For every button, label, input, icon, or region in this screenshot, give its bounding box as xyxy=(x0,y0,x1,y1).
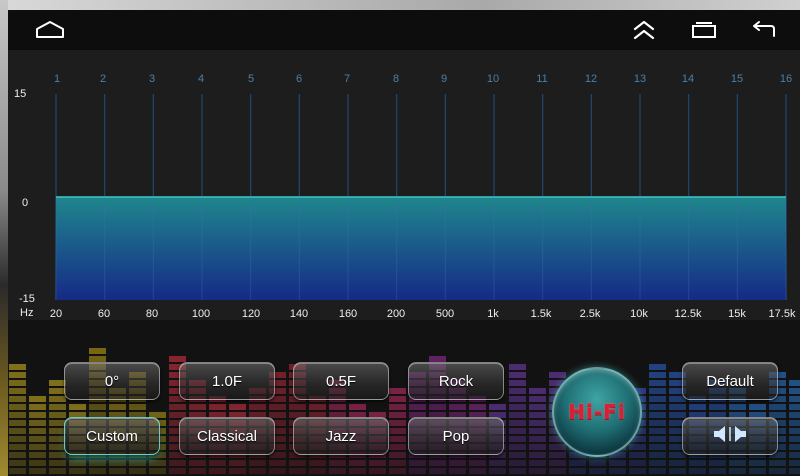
band-number-4: 4 xyxy=(197,73,205,85)
y-label-bottom: -15 xyxy=(19,293,35,305)
preset-classical-button[interactable]: Classical xyxy=(179,417,275,455)
band-number-1: 1 xyxy=(53,73,61,85)
band-frequency-13: 10k xyxy=(630,308,648,320)
band-frequency-16: 17.5k xyxy=(768,308,796,320)
band-number-7: 7 xyxy=(343,73,351,85)
band-number-5: 5 xyxy=(247,73,255,85)
band-number-15: 15 xyxy=(730,73,744,85)
preset-pop-button[interactable]: Pop xyxy=(408,417,504,455)
y-label-zero: 0 xyxy=(22,197,29,209)
preset-custom-button[interactable]: Custom xyxy=(64,417,160,455)
band-frequency-7: 160 xyxy=(338,308,358,320)
preset-1-0f-button[interactable]: 1.0F xyxy=(179,362,275,400)
hz-label: Hz xyxy=(20,307,34,319)
band-number-16: 16 xyxy=(779,73,793,85)
band-frequency-3: 80 xyxy=(145,308,159,320)
hifi-button[interactable]: Hi-Fi xyxy=(552,367,642,457)
default-button[interactable]: Default xyxy=(682,362,778,400)
band-number-14: 14 xyxy=(681,73,695,85)
equalizer-screen: 15 0 -15 Hz 1 20 2 60 3 80 4 100 5 120 6 140 7 160 8 20… xyxy=(0,0,800,476)
band-frequency-2: 60 xyxy=(97,308,111,320)
band-frequency-12: 2.5k xyxy=(579,308,601,320)
preset-rock-button[interactable]: Rock xyxy=(408,362,504,400)
band-frequency-5: 120 xyxy=(241,308,261,320)
band-number-2: 2 xyxy=(99,73,107,85)
band-frequency-8: 200 xyxy=(386,308,406,320)
speaker-balance-button[interactable] xyxy=(682,417,778,455)
band-frequency-10: 1k xyxy=(487,308,499,320)
preset-0-5f-button[interactable]: 0.5F xyxy=(293,362,389,400)
band-number-12: 12 xyxy=(584,73,598,85)
band-frequency-1: 20 xyxy=(49,308,63,320)
band-frequency-15: 15k xyxy=(728,308,746,320)
band-number-13: 13 xyxy=(633,73,647,85)
band-number-3: 3 xyxy=(148,73,156,85)
eq-graph[interactable] xyxy=(0,0,800,320)
band-frequency-11: 1.5k xyxy=(530,308,552,320)
eq-curve-fill xyxy=(56,197,786,300)
band-number-10: 10 xyxy=(486,73,500,85)
band-number-11: 11 xyxy=(536,73,548,85)
band-number-9: 9 xyxy=(440,73,448,85)
band-frequency-9: 500 xyxy=(435,308,455,320)
band-frequency-14: 12.5k xyxy=(674,308,702,320)
speaker-balance-icon xyxy=(712,424,748,448)
band-number-8: 8 xyxy=(392,73,400,85)
preset-0-degree-button[interactable]: 0° xyxy=(64,362,160,400)
band-frequency-6: 140 xyxy=(289,308,309,320)
band-number-6: 6 xyxy=(295,73,303,85)
preset-jazz-button[interactable]: Jazz xyxy=(293,417,389,455)
band-frequency-4: 100 xyxy=(191,308,211,320)
hifi-label: Hi-Fi xyxy=(568,400,626,424)
y-label-top: 15 xyxy=(14,88,27,100)
